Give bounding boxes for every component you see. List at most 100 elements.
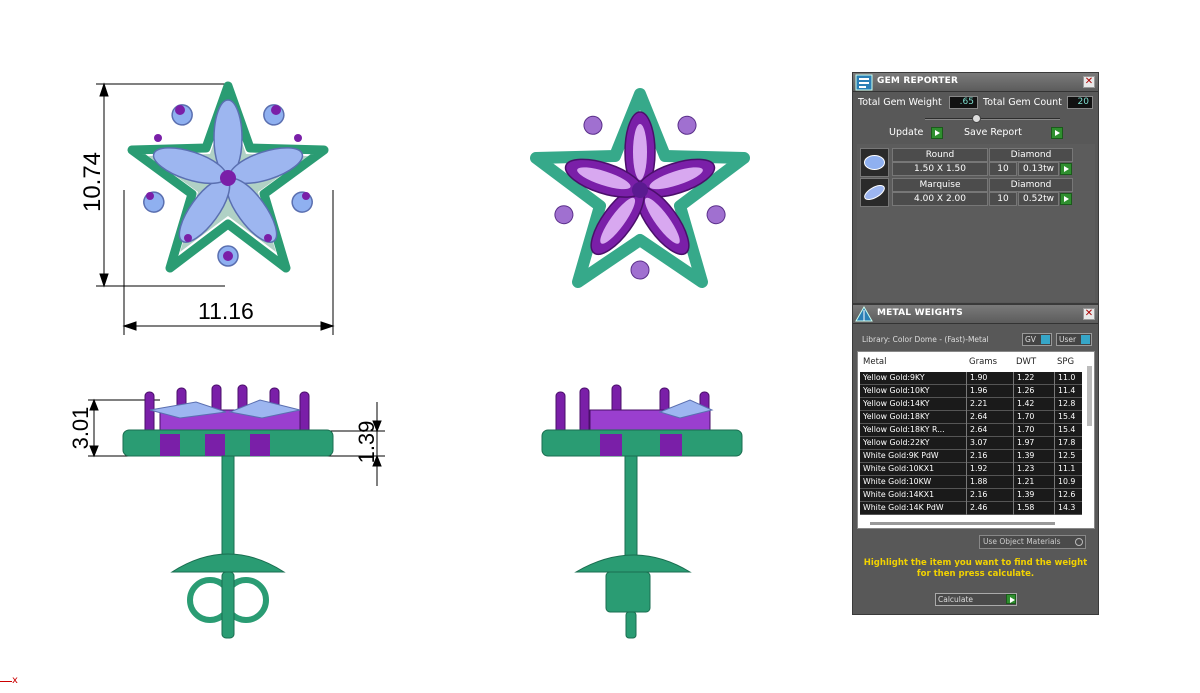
dwt-cell: 1.70 [1013,411,1053,424]
metal-table-hscrollbar[interactable] [870,522,1055,525]
update-button[interactable]: Update [889,126,945,140]
metal-name-cell: White Gold:10KW [863,477,932,486]
metal-row[interactable]: White Gold:10KW 1.88 1.21 10.9 [860,476,1082,489]
metal-row[interactable]: Yellow Gold:9KY 1.90 1.22 11.0 [860,372,1082,385]
side-view-left [122,384,334,639]
grams-cell: 1.88 [966,476,1012,489]
use-object-materials-toggle[interactable]: Use Object Materials [979,535,1086,549]
metal-weights-titlebar[interactable]: METAL WEIGHTS ✕ [853,305,1098,324]
gem-count: 10 [989,192,1017,206]
gem-row-marquise[interactable]: Marquise 4.00 X 2.00 Diamond 10 0.52tw [860,178,1073,207]
metal-row[interactable]: White Gold:14KX1 2.16 1.39 12.6 [860,489,1082,502]
spg-cell: 17.8 [1054,437,1084,450]
col-dwt: DWT [1016,357,1037,367]
metal-table-vscrollbar[interactable] [1087,366,1092,426]
metal-weights-icon [855,306,873,322]
calculate-button[interactable]: Calculate [935,593,1017,606]
dwt-cell: 1.70 [1013,424,1053,437]
calculate-arrow-icon [1006,594,1016,604]
gem-reporter-panel: GEM REPORTER ✕ Total Gem Weight .65 Tota… [852,72,1099,304]
gv-toggle-icon [1041,335,1050,344]
dwt-cell: 1.58 [1013,502,1053,515]
metal-table-header: Metal Grams DWT SPG [858,352,1086,372]
metal-weights-title: METAL WEIGHTS [877,308,963,318]
dwt-cell: 1.42 [1013,398,1053,411]
save-report-button[interactable]: Save Report [964,126,1066,140]
spg-cell: 15.4 [1054,411,1084,424]
gem-weight: 0.52tw [1018,192,1059,206]
grams-cell: 1.92 [966,463,1012,476]
metal-name-cell: Yellow Gold:18KY R... [863,425,945,434]
gem-shape: Marquise [892,178,988,192]
metal-row[interactable]: White Gold:9K PdW 2.16 1.39 12.5 [860,450,1082,463]
gv-select[interactable]: GV [1022,333,1052,346]
spg-cell: 10.9 [1054,476,1084,489]
col-spg: SPG [1057,357,1075,367]
earring-views-drawing [88,81,750,639]
metal-row[interactable]: Yellow Gold:18KY 2.64 1.70 15.4 [860,411,1082,424]
dwt-cell: 1.97 [1013,437,1053,450]
gem-reporter-titlebar[interactable]: GEM REPORTER ✕ [853,73,1098,92]
user-toggle-icon [1081,335,1090,344]
calculate-label: Calculate [938,595,974,604]
metal-row[interactable]: Yellow Gold:14KY 2.21 1.42 12.8 [860,398,1082,411]
user-select[interactable]: User [1056,333,1092,346]
axis-marker: x [12,675,18,686]
gem-size: 1.50 X 1.50 [892,162,988,176]
dwt-cell: 1.39 [1013,489,1053,502]
metal-name-cell: Yellow Gold:10KY [863,386,930,395]
gem-reporter-title: GEM REPORTER [877,76,959,86]
metal-name-cell: Yellow Gold:22KY [863,438,930,447]
spg-cell: 12.5 [1054,450,1084,463]
metal-weights-panel: METAL WEIGHTS ✕ Library: Color Dome - (F… [852,304,1099,615]
grams-cell: 2.21 [966,398,1012,411]
grams-cell: 2.16 [966,450,1012,463]
gem-weight: 0.13tw [1018,162,1059,176]
marquise-gem-thumbnail [860,178,889,207]
metal-name-cell: Yellow Gold:9KY [863,373,925,382]
use-object-materials-radio-icon [1075,538,1083,546]
dwt-cell: 1.22 [1013,372,1053,385]
gem-reporter-close-icon[interactable]: ✕ [1083,76,1095,88]
metal-row[interactable]: Yellow Gold:18KY R... 2.64 1.70 15.4 [860,424,1082,437]
spg-cell: 11.1 [1054,463,1084,476]
total-gem-weight-value: .65 [949,96,978,109]
grams-cell: 1.90 [966,372,1012,385]
metal-row[interactable]: White Gold:10KX1 1.92 1.23 11.1 [860,463,1082,476]
metal-name-cell: White Gold:10KX1 [863,464,935,473]
axis-line [0,681,12,682]
gem-row-round[interactable]: Round 1.50 X 1.50 Diamond 10 0.13tw [860,148,1073,177]
gem-slider-track[interactable] [925,118,1060,120]
metal-row[interactable]: Yellow Gold:22KY 3.07 1.97 17.8 [860,437,1082,450]
save-report-arrow-icon [1051,127,1063,139]
gv-select-label: GV [1025,335,1036,344]
dim-top-height-label: 3.01 [68,406,93,450]
spg-cell: 15.4 [1054,424,1084,437]
library-label: Library: Color Dome - (Fast)-Metal [862,335,989,344]
gem-row-arrow-icon[interactable] [1060,163,1072,175]
gem-list: Round 1.50 X 1.50 Diamond 10 0.13tw Marq… [857,144,1095,302]
gem-slider-thumb[interactable] [972,114,981,123]
metal-row[interactable]: White Gold:14K PdW 2.46 1.58 14.3 [860,502,1082,515]
gem-row-arrow-icon[interactable] [1060,193,1072,205]
spg-cell: 11.4 [1054,385,1084,398]
metal-table[interactable]: Metal Grams DWT SPG Yellow Gold:9KY 1.90 1… [857,351,1095,529]
metal-name-cell: White Gold:9K PdW [863,451,939,460]
gem-material: Diamond [989,178,1073,192]
total-gem-weight-label: Total Gem Weight [858,97,942,108]
gem-size: 4.00 X 2.00 [892,192,988,206]
metal-row[interactable]: Yellow Gold:10KY 1.96 1.26 11.4 [860,385,1082,398]
user-select-label: User [1059,335,1077,344]
front-view-earring [127,81,329,273]
round-gem-thumbnail [860,148,889,177]
dim-setting-height-label: 1.39 [354,420,379,464]
total-gem-count-value: 20 [1067,96,1093,109]
dwt-cell: 1.39 [1013,450,1053,463]
dim-height-label: 10.74 [79,151,106,213]
spg-cell: 12.8 [1054,398,1084,411]
dim-width-label: 11.16 [198,298,254,324]
metal-weights-close-icon[interactable]: ✕ [1083,308,1095,320]
calculate-hint: Highlight the item you want to find the … [863,558,1088,579]
grams-cell: 2.46 [966,502,1012,515]
viewport-canvas[interactable]: 10.74 11.16 3.01 1.39 x GEM REPORTER ✕ T… [0,0,1200,693]
